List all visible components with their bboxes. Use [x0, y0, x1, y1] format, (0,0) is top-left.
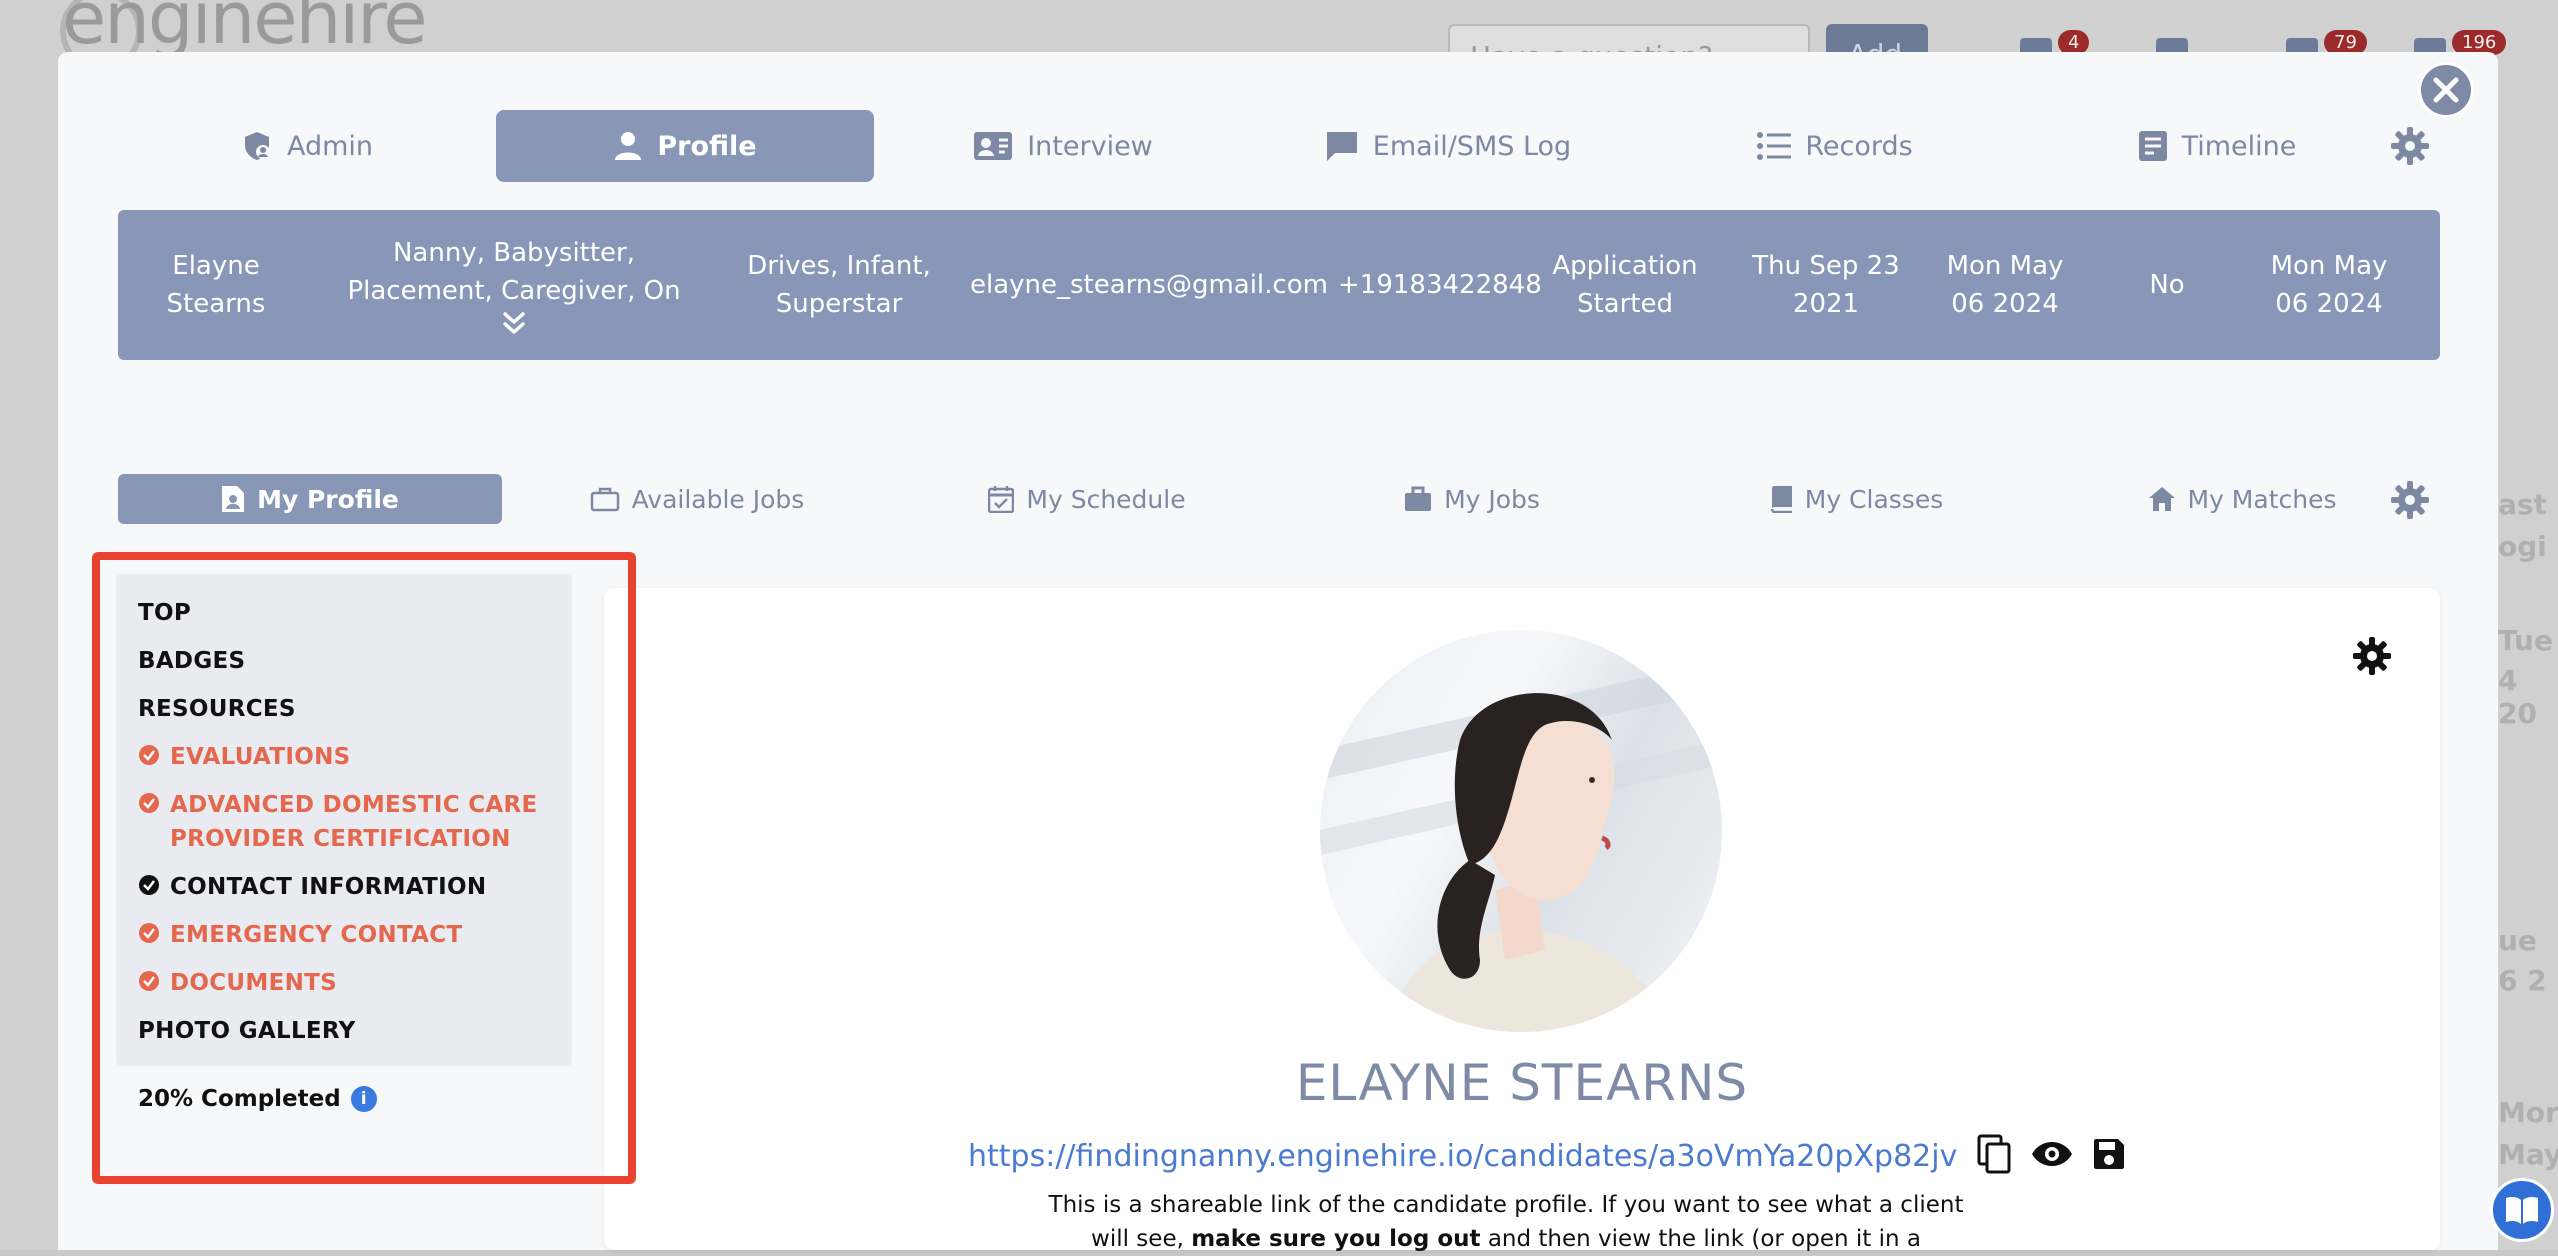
subtab-label: My Profile — [257, 484, 399, 514]
summary-tags: Drives, Infant, Superstar — [747, 251, 931, 319]
contact-card-icon — [974, 132, 1013, 160]
tab-profile[interactable]: Profile — [496, 110, 874, 182]
subtab-my-matches[interactable]: My Matches — [2052, 474, 2432, 524]
background-text: ast — [2498, 488, 2547, 521]
sub-tabs: My Profile Available Jobs My Schedule My… — [118, 474, 2440, 524]
person-icon — [615, 132, 642, 160]
tab-label: Admin — [286, 130, 374, 162]
subtab-label: Available Jobs — [631, 484, 805, 514]
eye-icon — [2032, 1142, 2073, 1166]
profile-settings-button[interactable] — [2352, 636, 2392, 680]
open-book-icon — [2506, 1196, 2538, 1224]
tab-label: Email/SMS Log — [1372, 130, 1572, 162]
background-text: Mor — [2498, 1096, 2558, 1129]
subtab-available-jobs[interactable]: Available Jobs — [502, 474, 892, 524]
tab-label: Interview — [1027, 130, 1153, 162]
candidate-name: ELAYNE STEARNS — [1295, 1054, 1749, 1112]
summary-flag: No — [2149, 270, 2185, 300]
highlight-box — [92, 552, 636, 1184]
book-icon — [1770, 486, 1792, 513]
preview-link-button[interactable] — [2031, 1140, 2073, 1172]
summary-date: Mon May 06 2024 — [2270, 251, 2388, 319]
tab-records[interactable]: Records — [1644, 110, 2026, 182]
summary-roles-text: Nanny, Babysitter, Placement, Caregiver,… — [347, 238, 681, 306]
summary-name: Elayne Stearns — [166, 251, 266, 319]
gear-icon — [2353, 637, 2391, 675]
briefcase-outline-icon — [590, 487, 619, 512]
tab-email-sms-log[interactable]: Email/SMS Log — [1252, 110, 1644, 182]
help-button[interactable] — [2490, 1178, 2554, 1242]
background-text: May — [2498, 1138, 2558, 1171]
summary-date: Thu Sep 23 2021 — [1752, 251, 1900, 319]
summary-email: elayne_stearns@gmail.com — [970, 270, 1328, 300]
shield-user-icon — [244, 132, 270, 160]
background-text: Tue — [2498, 624, 2553, 657]
summary-roles[interactable]: Nanny, Babysitter, Placement, Caregiver,… — [314, 234, 714, 336]
summary-status: Application Started — [1552, 251, 1698, 319]
save-link-button[interactable] — [2093, 1138, 2125, 1174]
tabs-settings-button[interactable] — [2390, 126, 2430, 170]
home-icon — [2148, 487, 2175, 511]
gear-icon — [2391, 481, 2429, 519]
background-text: 6 2 — [2498, 964, 2547, 997]
subtab-label: My Jobs — [1444, 484, 1540, 514]
candidate-summary-bar: Elayne Stearns Nanny, Babysitter, Placem… — [118, 210, 2440, 360]
avatar-photo — [1320, 660, 1722, 1032]
subtab-my-classes[interactable]: My Classes — [1662, 474, 2052, 524]
summary-phone: +19183422848 — [1338, 270, 1542, 300]
tab-label: Records — [1805, 130, 1913, 162]
subtab-my-schedule[interactable]: My Schedule — [892, 474, 1282, 524]
avatar[interactable] — [1320, 630, 1722, 1032]
share-text-bold: make sure you log out — [1191, 1226, 1481, 1252]
share-link[interactable]: https://findingnanny.enginehire.io/candi… — [968, 1139, 1957, 1174]
close-icon — [2433, 77, 2459, 103]
close-modal-button[interactable] — [2418, 62, 2474, 118]
subtab-my-jobs[interactable]: My Jobs — [1282, 474, 1662, 524]
tab-label: Timeline — [2181, 130, 2297, 162]
share-link-description: This is a shareable link of the candidat… — [1040, 1188, 1972, 1256]
share-link-row: https://findingnanny.enginehire.io/candi… — [968, 1134, 2125, 1178]
tab-admin[interactable]: Admin — [118, 110, 496, 182]
subtabs-settings-button[interactable] — [2390, 480, 2430, 524]
tab-label: Profile — [657, 130, 757, 162]
background-text: ue — [2498, 924, 2537, 957]
gear-icon — [2391, 127, 2429, 165]
summary-date: Mon May 06 2024 — [1946, 251, 2064, 319]
clipboard-icon — [2138, 131, 2167, 161]
floppy-disk-icon — [2094, 1139, 2125, 1169]
background-text: ogi — [2498, 530, 2547, 563]
subtab-label: My Matches — [2187, 484, 2337, 514]
chat-icon — [1326, 132, 1357, 161]
calendar-check-icon — [988, 486, 1015, 513]
share-text-part: and then view the link (or open it in a — [1480, 1226, 1921, 1252]
tab-timeline[interactable]: Timeline — [2026, 110, 2408, 182]
copy-link-button[interactable] — [1977, 1134, 2011, 1178]
briefcase-icon — [1405, 486, 1432, 511]
background-text: 4 20 — [2498, 664, 2537, 730]
chevron-double-down-icon — [503, 312, 525, 334]
tab-interview[interactable]: Interview — [874, 110, 1252, 182]
app-logo: enginehire — [62, 0, 428, 60]
subtab-my-profile[interactable]: My Profile — [118, 474, 502, 524]
list-icon — [1757, 132, 1792, 160]
subtab-label: My Schedule — [1026, 484, 1186, 514]
top-tabs: Admin Profile Interview Email/SMS Log Re… — [118, 110, 2440, 182]
subtab-label: My Classes — [1804, 484, 1944, 514]
profile-doc-icon — [222, 486, 245, 512]
copy-icon — [1977, 1134, 2011, 1174]
